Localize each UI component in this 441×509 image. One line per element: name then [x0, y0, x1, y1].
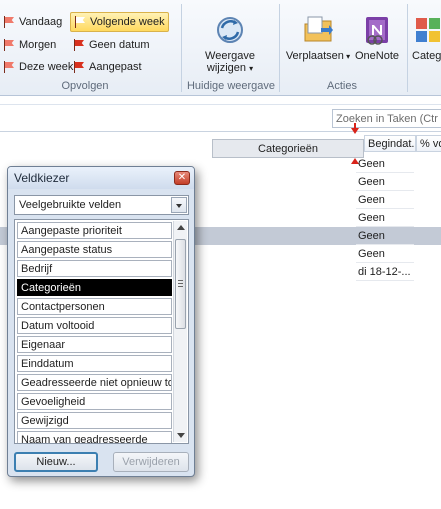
followup-today-button[interactable]: Vandaag [0, 12, 65, 32]
table-row-begindatum[interactable]: Geen [356, 191, 414, 209]
field-list[interactable]: Aangepaste prioriteit Aangepaste status … [14, 219, 189, 444]
flag-icon [3, 16, 15, 28]
table-row-begindatum[interactable]: Geen [356, 155, 414, 173]
search-bar-row: Zoeken in Taken (Ctr [0, 104, 441, 132]
field-category-value: Veelgebruikte velden [19, 199, 122, 211]
onenote-button[interactable]: OneNote [352, 14, 402, 62]
flag-icon [73, 61, 85, 73]
drop-indicator-down-arrow-icon [351, 123, 359, 135]
field-list-item[interactable]: Naam van geadresseerde [17, 431, 172, 443]
categorize-label: Categ [412, 50, 441, 62]
scroll-down-icon[interactable] [174, 429, 187, 442]
categorize-icon [416, 18, 440, 42]
followup-next-week-button[interactable]: Volgende week [70, 12, 169, 32]
change-view-button[interactable]: Weergave wijzigen ▾ [196, 14, 264, 75]
field-category-select[interactable]: Veelgebruikte velden [14, 195, 189, 215]
onenote-label: OneNote [354, 50, 400, 62]
followup-this-week-button[interactable]: Deze week [0, 57, 76, 77]
field-list-item[interactable]: Datum voltooid [17, 317, 172, 334]
search-input[interactable]: Zoeken in Taken (Ctr [332, 109, 441, 128]
change-view-icon [217, 17, 243, 43]
group-divider [407, 4, 408, 92]
field-list-item[interactable]: Einddatum [17, 355, 172, 372]
field-list-item[interactable]: Bedrijf [17, 260, 172, 277]
field-list-item[interactable]: Contactpersonen [17, 298, 172, 315]
flag-icon [3, 39, 15, 51]
table-row-begindatum[interactable]: di 18-12-... [356, 263, 414, 281]
followup-group-label: Opvolgen [61, 80, 109, 92]
outlook-tasks-window: Vandaag Volgende week Morgen Geen datum … [0, 0, 441, 509]
flag-icon [73, 39, 85, 51]
table-row-begindatum[interactable]: Geen [356, 173, 414, 191]
change-view-label-2: wijzigen ▾ [206, 62, 254, 74]
field-list-item[interactable]: Eigenaar [17, 336, 172, 353]
onenote-icon [366, 17, 388, 45]
followup-no-date-button[interactable]: Geen datum [70, 35, 153, 55]
close-icon[interactable]: ✕ [174, 171, 190, 185]
table-row-begindatum[interactable]: Geen [356, 245, 414, 263]
move-button[interactable]: Verplaatsen ▾ [283, 14, 353, 63]
group-divider [279, 4, 280, 92]
group-divider [181, 4, 182, 92]
flag-icon [3, 61, 15, 73]
column-header-begindatum[interactable]: Begindat... [364, 135, 416, 152]
current-view-group-label: Huidige weergave [186, 80, 276, 92]
scroll-thumb[interactable] [175, 239, 186, 329]
move-folder-icon [304, 16, 333, 42]
grip-icon [178, 280, 183, 287]
field-list-scrollbar[interactable] [173, 221, 187, 442]
field-list-item[interactable]: Geadresseerde niet opnieuw toe [17, 374, 172, 391]
delete-field-button[interactable]: Verwijderen [113, 452, 189, 472]
move-label: Verplaatsen ▾ [285, 50, 351, 62]
new-field-button[interactable]: Nieuw... [14, 452, 98, 472]
dragged-column-header-categories[interactable]: Categorieën [212, 139, 364, 158]
actions-group-label: Acties [327, 80, 357, 92]
scroll-up-icon[interactable] [174, 221, 187, 234]
dialog-title: Veldkiezer [8, 167, 194, 189]
field-list-item[interactable]: Aangepaste prioriteit [17, 222, 172, 239]
change-view-label-1: Weergave [205, 50, 255, 62]
followup-tomorrow-button[interactable]: Morgen [0, 35, 59, 55]
followup-custom-button[interactable]: Aangepast [70, 57, 145, 77]
categorize-button[interactable]: Categ [412, 14, 441, 62]
table-row-begindatum[interactable]: Geen [356, 227, 414, 245]
field-list-item-selected[interactable]: Categorieën [17, 279, 172, 296]
field-chooser-dialog: Veldkiezer ✕ Veelgebruikte velden Aangep… [7, 166, 195, 477]
table-row-begindatum[interactable]: Geen [356, 209, 414, 227]
chevron-down-icon[interactable] [171, 197, 187, 213]
field-list-item[interactable]: Aangepaste status [17, 241, 172, 258]
column-header-percent[interactable]: % vo [416, 135, 441, 152]
field-list-item[interactable]: Gevoeligheid [17, 393, 172, 410]
field-list-item[interactable]: Gewijzigd [17, 412, 172, 429]
flag-icon [74, 16, 86, 28]
ribbon: Vandaag Volgende week Morgen Geen datum … [0, 0, 441, 96]
